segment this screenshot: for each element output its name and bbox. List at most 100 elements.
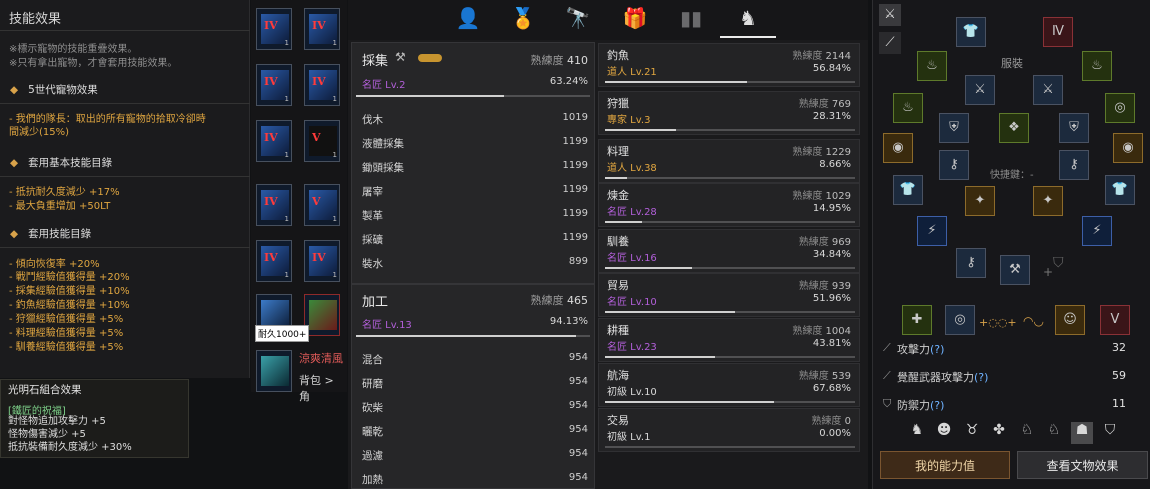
diamond-icon: ◆ — [10, 84, 19, 96]
weapon-slot[interactable]: ⚡ — [1082, 216, 1112, 246]
costume-slot[interactable]: ◎ — [1105, 93, 1135, 123]
mastery: 熟練度 410 — [530, 54, 589, 67]
gear-slot[interactable]: ⚒ — [1000, 255, 1030, 285]
horse-run-icon[interactable]: ♘ — [1043, 422, 1065, 444]
item-slot[interactable]: V1 — [304, 120, 340, 162]
horse-icon[interactable]: ♞ — [733, 6, 763, 32]
cat-icon[interactable]: ♉ — [961, 422, 983, 444]
progress-bar — [605, 446, 855, 448]
skill-name: 馴養 — [607, 235, 629, 248]
lightstone-effect: 對怪物追加攻擊力 +5 — [8, 416, 106, 427]
progress-bar — [356, 335, 590, 337]
item-slot[interactable]: IV 1 — [256, 120, 292, 162]
ring-slot[interactable]: ◉ — [1113, 133, 1143, 163]
paw-icon[interactable]: ✤ — [988, 422, 1010, 444]
camel-icon[interactable]: ♘ — [1016, 422, 1038, 444]
gear-slot[interactable]: ⚷ — [939, 150, 969, 180]
section-heading: ◆ 套用基本技能目錄 — [10, 157, 113, 169]
effect-line: - 傾向恢復率 +20% — [9, 259, 100, 270]
costume-slot[interactable]: ♨ — [917, 51, 947, 81]
medal-icon[interactable]: 🏅 — [508, 6, 538, 32]
effect-line: - 馴養經驗值獲得量 +5% — [9, 342, 124, 353]
percent: 28.31% — [812, 111, 851, 122]
stat-awakening-attack: 覺醒武器攻擊力(?) — [897, 371, 989, 384]
rank: 名匠 Lv.23 — [607, 342, 657, 353]
accessory-slot[interactable]: ◎ — [945, 305, 975, 335]
item-location: 背包 > 角 — [299, 374, 334, 403]
list-item: 採礦 1199 — [362, 232, 588, 246]
costume-slot[interactable]: ♨ — [1082, 51, 1112, 81]
item-slot[interactable]: IV 1 — [304, 8, 340, 50]
item-slot[interactable]: IV 1 — [304, 64, 340, 106]
stat-attack: 攻擊力(?) — [897, 343, 945, 356]
accessory-slot[interactable]: ✦ — [1033, 186, 1063, 216]
rank: 道人 Lv.21 — [607, 67, 657, 78]
costume-slot[interactable]: Ⅳ — [1043, 17, 1073, 47]
mask-icon[interactable]: ☻ — [933, 422, 955, 444]
bar-chart-icon[interactable]: ▮▮ — [676, 6, 706, 32]
costume-slot[interactable]: 👕 — [893, 175, 923, 205]
telescope-icon[interactable]: 🔭 — [563, 6, 593, 32]
costume-slot[interactable]: 👕 — [1105, 175, 1135, 205]
rank: 名匠 Lv.16 — [607, 253, 657, 264]
life-skill-card: 料理 熟練度 1229 道人 Lv.38 8.66% — [598, 139, 860, 183]
armor-slot[interactable]: ⛨ — [939, 113, 969, 143]
accessory-slot[interactable]: ✦ — [965, 186, 995, 216]
costume-slot[interactable]: ⚔ — [1033, 75, 1063, 105]
person-icon[interactable]: 👤 — [453, 6, 483, 32]
percent: 94.13% — [549, 316, 588, 327]
note: ※只有拿出寵物，才會套用技能效果。 — [9, 58, 178, 69]
item-slot[interactable]: IV 1 — [304, 240, 340, 282]
life-skill-panel: 👤 🏅 🔭 🎁 ▮▮ ♞ 採集 ⚒ 熟練度 410 名匠 Lv.2 63.24%… — [348, 0, 868, 489]
effect-line: - 戰鬥經驗值獲得量 +20% — [9, 272, 130, 283]
divider — [0, 176, 250, 177]
divider — [0, 103, 250, 104]
rank: 初級 Lv.10 — [607, 387, 657, 398]
percent: 14.95% — [812, 203, 851, 214]
crossed-swords-icon[interactable]: ⚔ — [879, 4, 901, 26]
item-slot[interactable] — [256, 350, 292, 392]
gear-slot[interactable]: ⚷ — [1059, 150, 1089, 180]
item-slot[interactable]: IV 1 — [256, 8, 292, 50]
gathering-box: 採集 ⚒ 熟練度 410 名匠 Lv.2 63.24% 伐木 1019 液體採集 1… — [351, 42, 595, 284]
weapon-slot[interactable]: ⚡ — [917, 216, 947, 246]
percent: 56.84% — [812, 63, 851, 74]
mastery: 熟練度 1229 — [792, 147, 851, 158]
progress-bar — [356, 95, 590, 97]
list-item: 過濾 954 — [362, 448, 588, 462]
my-stats-button[interactable]: 我的能力值 — [880, 451, 1010, 479]
view-artifacts-button[interactable]: 查看文物效果 — [1017, 451, 1148, 479]
item-slot[interactable]: IV 1 — [256, 184, 292, 226]
pickaxe-icon[interactable]: ⚒ — [395, 50, 406, 64]
gift-icon[interactable]: 🎁 — [620, 6, 650, 32]
necklace-slot[interactable]: ◉ — [883, 133, 913, 163]
item-slot[interactable]: IV 1 — [256, 240, 292, 282]
character-icon[interactable]: ☗ — [1071, 422, 1093, 444]
pet-slot[interactable]: ❖ — [999, 113, 1029, 143]
toggle-switch[interactable] — [418, 54, 442, 62]
costume-slot[interactable]: 👕 — [956, 17, 986, 47]
effect-line: 間減少(15%) — [9, 127, 70, 138]
armor-slot[interactable]: ⛨ — [1059, 113, 1089, 143]
item-slot[interactable]: V1 — [304, 184, 340, 226]
section-heading: ◆ 5世代寵物效果 — [10, 84, 98, 96]
effect-line: - 採集經驗值獲得量 +10% — [9, 286, 130, 297]
gear-slot[interactable]: ⚷ — [956, 248, 986, 278]
item-slot[interactable]: IV 1 — [256, 64, 292, 106]
costume-label: 服裝 — [1001, 57, 1023, 70]
percent: 34.84% — [812, 249, 851, 260]
costume-slot[interactable]: ♨ — [893, 93, 923, 123]
horse-head-icon[interactable]: ♞ — [906, 422, 928, 444]
costume-slot[interactable]: ⚔ — [965, 75, 995, 105]
mastery: 熟練度 769 — [798, 99, 851, 110]
gear-slot[interactable]: Ⅴ — [1100, 305, 1130, 335]
shield-icon[interactable]: ⛉ — [1099, 422, 1121, 444]
skill-effect-panel: 技能效果 ※標示寵物的技能重疊效果。 ※只有拿出寵物，才會套用技能效果。 ◆ 5世… — [0, 0, 250, 378]
percent: 8.66% — [819, 159, 851, 170]
slash-icon[interactable]: ⟋ — [879, 32, 901, 54]
gear-slot[interactable]: ☺ — [1055, 305, 1085, 335]
list-item: 液體採集 1199 — [362, 136, 588, 150]
hotkey-label: 快捷鍵：- — [990, 170, 1034, 181]
rank: 名匠 Lv.28 — [607, 207, 657, 218]
alchemy-stone-slot[interactable]: ✚ — [902, 305, 932, 335]
